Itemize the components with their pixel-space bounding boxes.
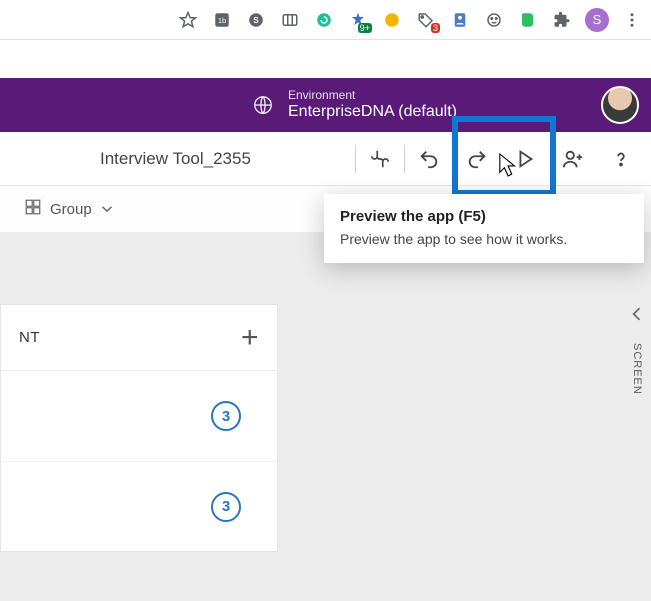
ext-grid-icon[interactable] <box>279 9 301 31</box>
list-item[interactable]: 3 <box>1 371 277 461</box>
count-badge: 3 <box>211 401 241 431</box>
preview-tooltip: Preview the app (F5) Preview the app to … <box>324 194 644 263</box>
help-button[interactable] <box>597 132 645 185</box>
undo-button[interactable] <box>405 132 453 185</box>
ext-hp-icon[interactable] <box>483 9 505 31</box>
chevron-down-icon <box>98 200 116 218</box>
list-item[interactable]: 3 <box>1 461 277 551</box>
count-badge: 3 <box>211 492 241 522</box>
group-dropdown[interactable]: Group <box>50 200 116 218</box>
environment-picker[interactable]: Environment EnterpriseDNA (default) <box>288 89 457 121</box>
left-panel: NT + 3 3 <box>0 304 278 552</box>
ext-person-icon[interactable] <box>449 9 471 31</box>
svg-text:1b: 1b <box>218 16 226 25</box>
ext-spark-icon[interactable]: 9+ <box>347 9 369 31</box>
app-title: Interview Tool_2355 <box>100 149 251 169</box>
ext-1b-icon[interactable]: 1b <box>211 9 233 31</box>
environment-label: Environment <box>288 89 457 103</box>
svg-text:S: S <box>253 16 259 25</box>
app-toolbar: Interview Tool_2355 <box>0 132 651 186</box>
browser-menu-icon[interactable] <box>621 9 643 31</box>
collapse-right-pane[interactable] <box>627 304 647 329</box>
cursor-icon <box>498 152 520 183</box>
environment-name: EnterpriseDNA (default) <box>288 103 457 121</box>
tooltip-title: Preview the app (F5) <box>340 208 628 225</box>
share-button[interactable] <box>549 132 597 185</box>
panel-heading: NT <box>19 329 40 346</box>
extensions-puzzle-icon[interactable] <box>551 9 573 31</box>
add-button[interactable]: + <box>241 321 259 355</box>
group-label: Group <box>50 201 92 218</box>
browser-profile-avatar[interactable]: S <box>585 8 609 32</box>
environment-bar: Environment EnterpriseDNA (default) <box>0 78 651 132</box>
right-rail-label: SCREEN <box>631 343 643 395</box>
app-checker-button[interactable] <box>356 132 404 185</box>
tooltip-body: Preview the app to see how it works. <box>340 231 628 247</box>
star-icon[interactable] <box>177 9 199 31</box>
ext-tag-icon[interactable]: 3 <box>415 9 437 31</box>
globe-icon <box>252 94 274 116</box>
ext-yellow-icon[interactable] <box>381 9 403 31</box>
skype-icon[interactable]: S <box>245 9 267 31</box>
canvas-area[interactable]: NT + 3 3 <box>0 232 651 601</box>
user-avatar[interactable] <box>601 86 639 124</box>
notif-badge: 3 <box>431 23 440 33</box>
grammarly-icon[interactable] <box>313 9 335 31</box>
plus-badge: 9+ <box>358 23 372 33</box>
evernote-icon[interactable] <box>517 9 539 31</box>
redo-button[interactable] <box>453 132 501 185</box>
group-icon <box>24 198 42 220</box>
